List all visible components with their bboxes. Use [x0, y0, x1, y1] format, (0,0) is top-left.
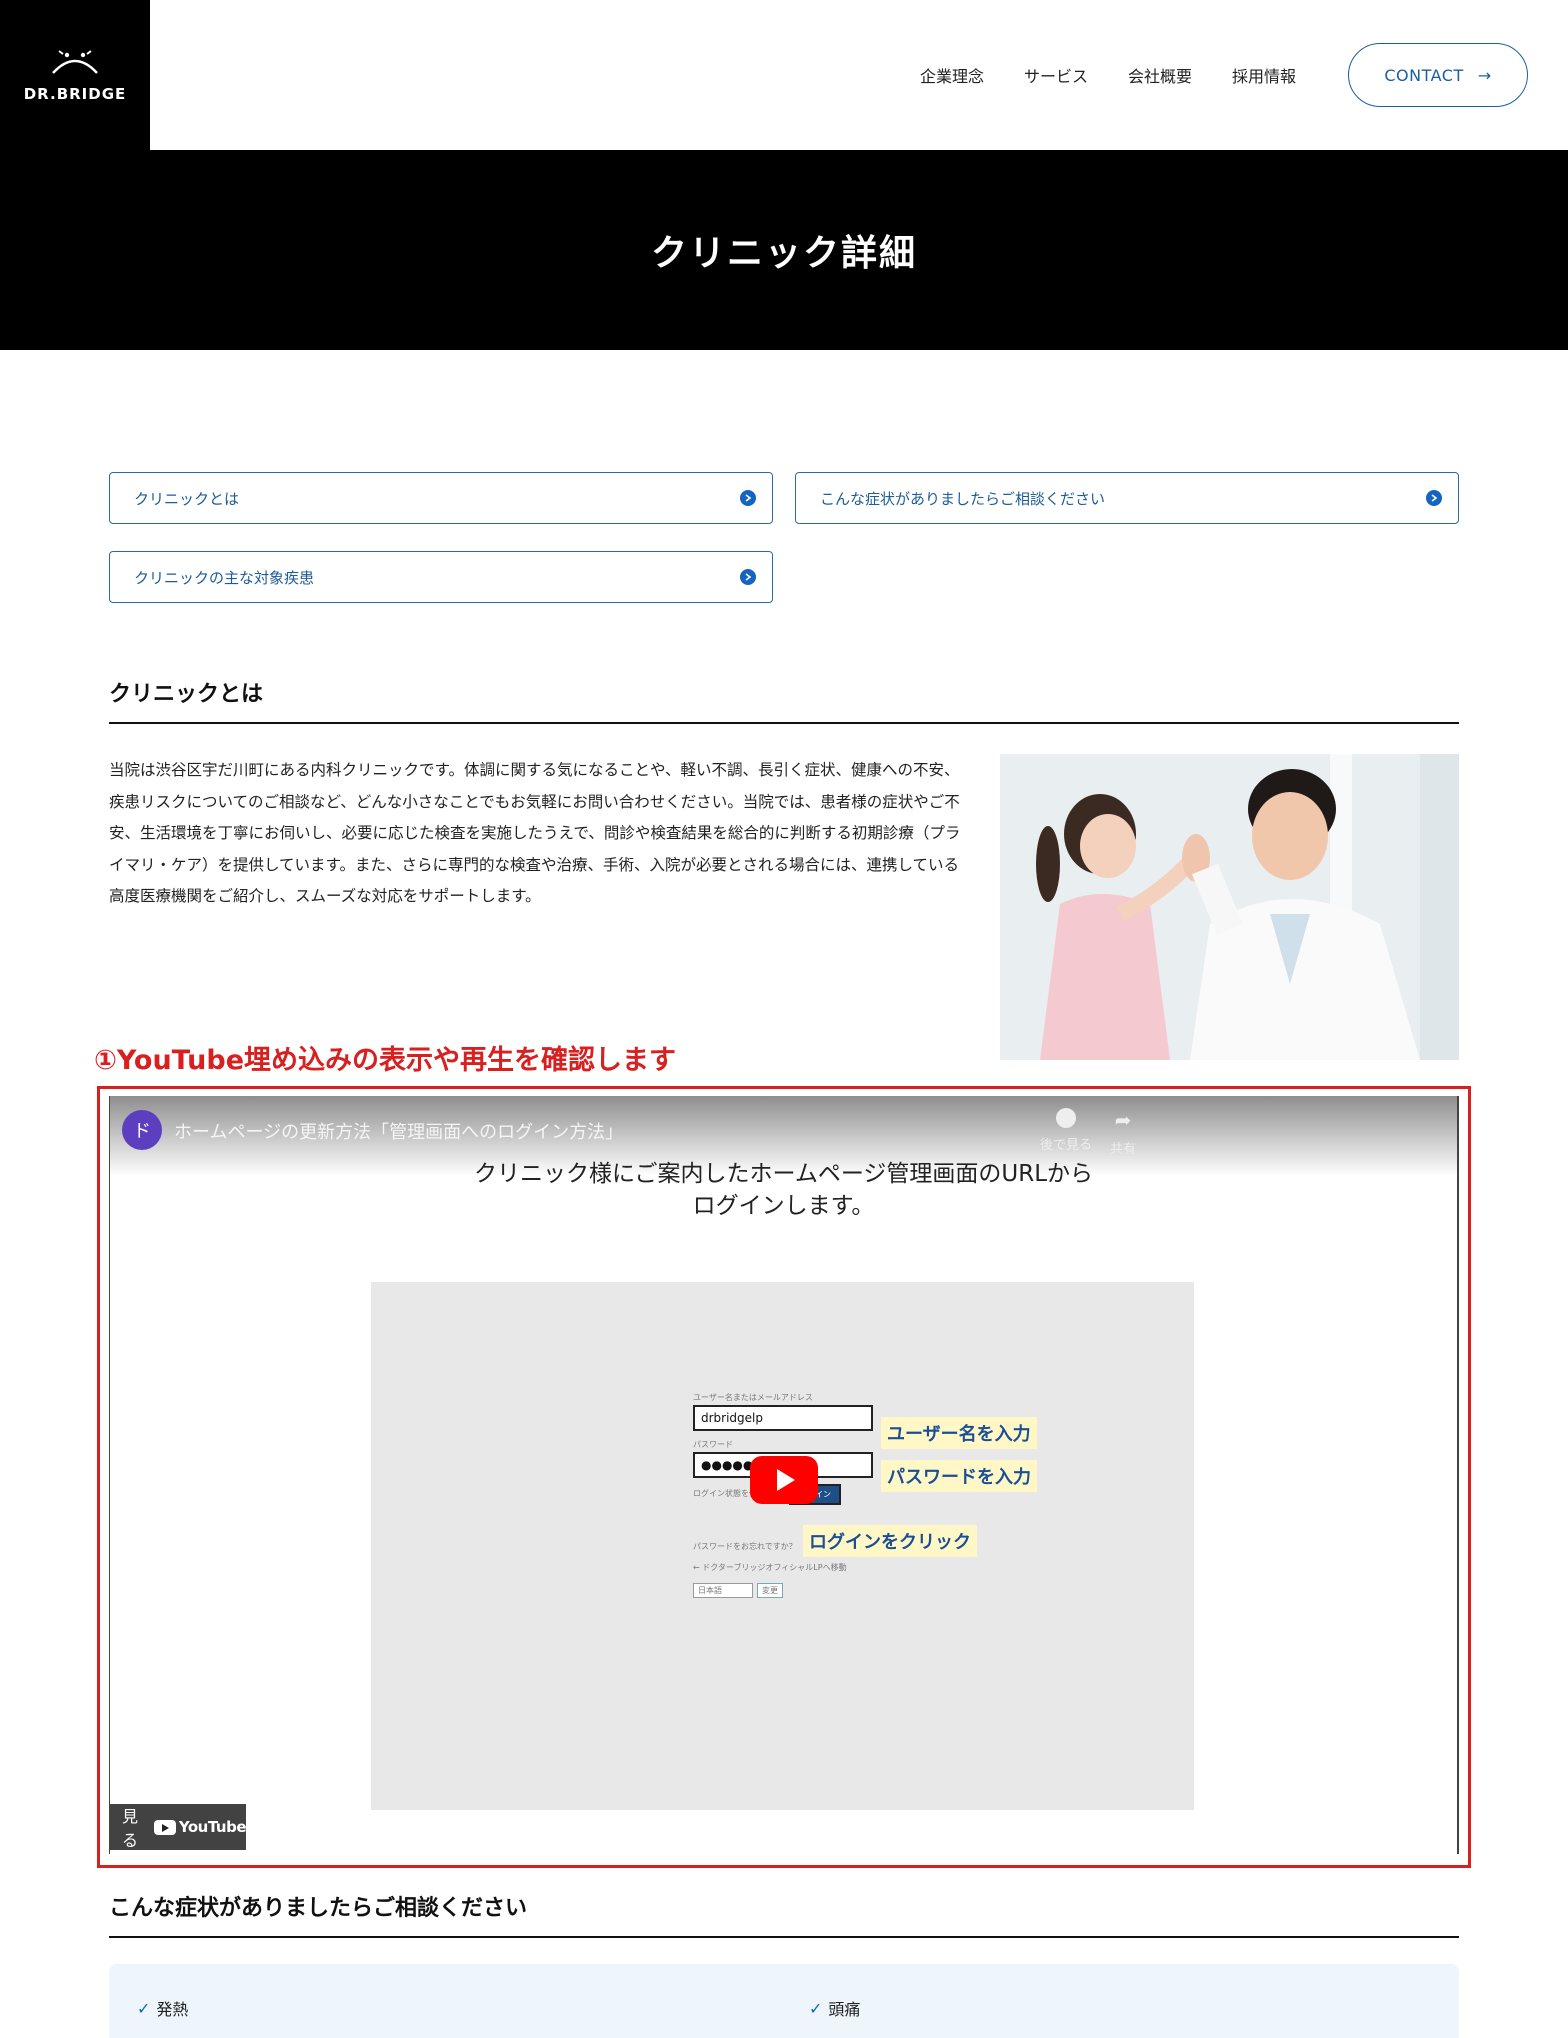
anchor-link-about[interactable]: クリニックとは: [109, 472, 773, 524]
video-frame-screenshot: ユーザー名またはメールアドレス drbridgelp パスワード ●●●●● ロ…: [371, 1282, 1194, 1810]
watch-label: 見る: [122, 1807, 139, 1850]
chevron-right-icon: [1426, 490, 1442, 506]
logo-mark-icon: [52, 50, 98, 74]
play-icon: [777, 1469, 795, 1491]
section-title-symptoms: こんな症状がありましたらご相談ください: [109, 1890, 1459, 1938]
logo[interactable]: DR.BRIDGE: [0, 0, 150, 150]
about-text: 当院は渋谷区宇だ川町にある内科クリニックです。体調に関する気になることや、軽い不…: [109, 761, 961, 905]
hint-login: ログインをクリック: [803, 1525, 977, 1557]
lang-change-mock: 変更: [757, 1583, 783, 1598]
page-hero: クリニック詳細: [0, 150, 1568, 350]
list-item: ✓ 頭痛: [809, 1996, 860, 2020]
symptom-label: 頭痛: [828, 2000, 861, 2019]
share-icon: ➦: [1114, 1108, 1132, 1132]
youtube-icon: [153, 1819, 176, 1835]
youtube-wordmark: YouTube: [178, 1818, 247, 1836]
site-header: DR.BRIDGE 企業理念 サービス 会社概要 採用情報 CONTACT →: [0, 0, 1568, 150]
anchor-label: クリニックの主な対象疾患: [134, 568, 315, 587]
annotation-label: ①YouTube埋め込みの表示や再生を確認します: [94, 1045, 677, 1076]
hint-password: パスワードを入力: [881, 1460, 1037, 1492]
anchor-label: こんな症状がありましたらご相談ください: [820, 489, 1106, 508]
caption-line-2: ログインします。: [692, 1193, 875, 1219]
nav-company[interactable]: 会社概要: [1128, 63, 1192, 87]
hint-username: ユーザー名を入力: [881, 1417, 1037, 1449]
youtube-logo: YouTube: [153, 1818, 247, 1836]
channel-avatar[interactable]: ド: [122, 1110, 162, 1150]
back-link: ← ドクターブリッジオフィシャルLPへ移動: [693, 1563, 847, 1572]
anchor-link-diseases[interactable]: クリニックの主な対象疾患: [109, 551, 773, 603]
section-title-about: クリニックとは: [109, 676, 1459, 724]
caption-line-1: クリニック様にご案内したホームページ管理画面のURLから: [473, 1161, 1094, 1187]
arrow-right-icon: →: [1477, 65, 1492, 85]
symptoms-list: ✓ 発熱 ✓ 頭痛: [109, 1964, 1459, 2038]
nav-recruit[interactable]: 採用情報: [1232, 63, 1296, 87]
nav-service[interactable]: サービス: [1024, 63, 1088, 87]
symptom-label: 発熱: [156, 2000, 189, 2019]
play-button[interactable]: [750, 1456, 818, 1504]
contact-label: CONTACT: [1384, 65, 1464, 85]
video-caption: クリニック様にご案内したホームページ管理画面のURLから ログインします。: [110, 1158, 1457, 1222]
lang-select-mock: 日本語: [693, 1583, 753, 1598]
username-field: drbridgelp: [693, 1405, 873, 1431]
password-label: パスワード: [693, 1440, 733, 1449]
watch-later-button[interactable]: 後で見る: [1040, 1108, 1092, 1153]
anchor-link-symptoms[interactable]: こんな症状がありましたらご相談ください: [795, 472, 1459, 524]
watch-on-youtube-button[interactable]: 見る YouTube: [110, 1804, 247, 1850]
video-title[interactable]: ホームページの更新方法「管理画面へのログイン方法」: [174, 1118, 623, 1144]
clinic-photo: [1000, 754, 1459, 1060]
clock-icon: [1056, 1108, 1076, 1128]
logo-text: DR.BRIDGE: [23, 85, 127, 103]
chevron-right-icon: [740, 569, 756, 585]
share-button[interactable]: ➦ 共有: [1110, 1108, 1136, 1157]
page-title: クリニック詳細: [650, 233, 917, 274]
contact-button[interactable]: CONTACT →: [1348, 43, 1528, 107]
username-label: ユーザー名またはメールアドレス: [693, 1393, 813, 1402]
list-item: ✓ 発熱: [137, 1996, 188, 2020]
anchor-label: クリニックとは: [134, 489, 240, 508]
nav-philosophy[interactable]: 企業理念: [920, 63, 984, 87]
check-icon: ✓: [137, 1998, 151, 2018]
watch-later-label: 後で見る: [1040, 1138, 1093, 1153]
check-icon: ✓: [809, 1998, 823, 2018]
youtube-embed[interactable]: ド ホームページの更新方法「管理画面へのログイン方法」 後で見る ➦ 共有 クリ…: [109, 1096, 1459, 1854]
chevron-right-icon: [740, 490, 756, 506]
doctor-child-illustration: [1000, 754, 1459, 1060]
share-label: 共有: [1110, 1142, 1137, 1157]
main-nav: 企業理念 サービス 会社概要 採用情報: [920, 0, 1296, 150]
